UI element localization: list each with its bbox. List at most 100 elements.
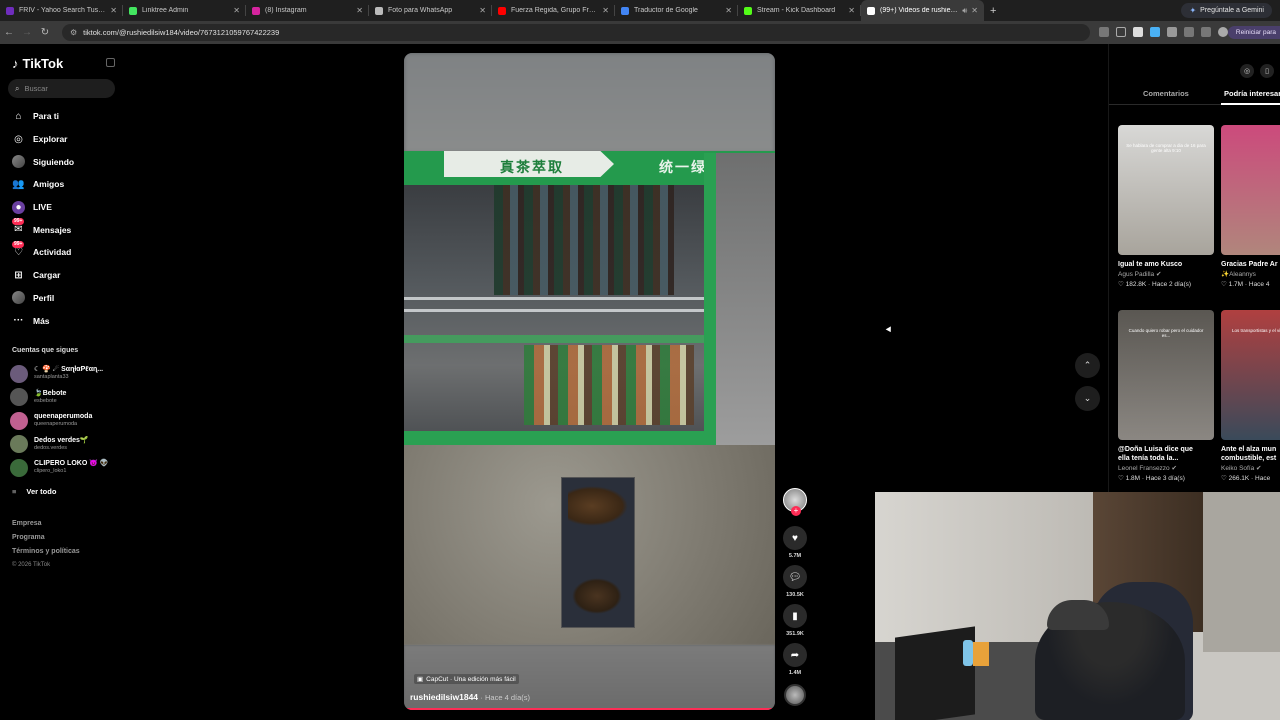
close-icon[interactable]: ✕ bbox=[602, 6, 609, 15]
close-icon[interactable]: ✕ bbox=[848, 6, 855, 15]
card-author[interactable]: Keiko Sofía ✔ bbox=[1221, 464, 1280, 472]
phone-icon[interactable]: ▯ bbox=[1260, 64, 1274, 78]
close-icon[interactable]: ✕ bbox=[479, 6, 486, 15]
tiktok-sidebar: ♪ TikTok ⌕ Buscar ⌂ Para ti ◎ Explorar Sigui… bbox=[0, 44, 122, 720]
close-icon[interactable]: ✕ bbox=[233, 6, 240, 15]
browser-tabbar: FRIV - Yahoo Search Tus resultad✕Linktre… bbox=[0, 0, 1280, 21]
comment-icon[interactable]: 💬︎ bbox=[783, 565, 807, 589]
collapse-sidebar-icon[interactable] bbox=[106, 58, 115, 67]
translate-icon[interactable] bbox=[1099, 27, 1109, 37]
follow-plus-icon[interactable]: + bbox=[791, 506, 801, 516]
see-all-link[interactable]: ≡ Ver todo bbox=[12, 487, 56, 496]
next-video-button[interactable]: ⌄ bbox=[1075, 386, 1100, 411]
footer-link-terms[interactable]: Términos y políticas bbox=[12, 548, 80, 562]
browser-tab[interactable]: (8) Instagram ✕ bbox=[246, 0, 369, 21]
creator-avatar[interactable]: + bbox=[783, 488, 807, 516]
webcam-wall-right bbox=[1203, 492, 1280, 652]
sidebar-item-avatar[interactable]: Siguiendo bbox=[12, 150, 74, 173]
footer-link-empresa[interactable]: Empresa bbox=[12, 520, 80, 534]
sidebar-item-label: LIVE bbox=[33, 202, 52, 213]
browser-tab[interactable]: Fuerza Regida, Grupo Frontera ✕ bbox=[492, 0, 615, 21]
browser-tab[interactable]: Stream - Kick Dashboard ✕ bbox=[738, 0, 861, 21]
sidebar-item-compass[interactable]: ◎ Explorar bbox=[12, 128, 74, 151]
suggested-video-card[interactable]: Gracias Padre Ar ✨Aleannys ♡ 1.7M · Hace 4 bbox=[1221, 125, 1280, 288]
following-item[interactable]: 🍃Bebote esbebote bbox=[10, 386, 109, 410]
card-author[interactable]: Leonel Fransezzo ✔ bbox=[1118, 464, 1215, 472]
tiktok-logo[interactable]: ♪ TikTok bbox=[12, 56, 63, 71]
sidebar-item-upload[interactable]: ⊞ Cargar bbox=[12, 264, 74, 287]
card-author[interactable]: ✨Aleannys bbox=[1221, 270, 1280, 278]
site-info-icon[interactable]: ⚙ bbox=[70, 28, 77, 37]
tab-label: Stream - Kick Dashboard bbox=[757, 7, 836, 14]
forward-icon[interactable]: → bbox=[18, 27, 36, 38]
card-title: @Doña Luisa dice que ella tenía toda la..… bbox=[1118, 446, 1193, 462]
tab-audio-icon[interactable]: 🔊︎ bbox=[962, 6, 967, 16]
tab-suggestions[interactable]: Podría interesarte bbox=[1224, 89, 1280, 98]
browser-tab[interactable]: Foto para WhatsApp ✕ bbox=[369, 0, 492, 21]
sidebar-item-messages[interactable]: ✉ 99+ Mensajes bbox=[12, 218, 74, 241]
close-icon[interactable]: ✕ bbox=[971, 6, 978, 15]
following-item[interactable]: queenaperumoda queenaperumoda bbox=[10, 409, 109, 433]
comment-action[interactable]: 💬︎ 130.5K bbox=[782, 565, 808, 598]
suggested-video-card[interactable]: Se hablara de comprar a dia de 16 para g… bbox=[1118, 125, 1215, 288]
share-icon[interactable]: ➦ bbox=[783, 643, 807, 667]
sidebar-item-activity[interactable]: ♡ 99+ Actividad bbox=[12, 240, 74, 264]
browser-tab[interactable]: Linktree Admin ✕ bbox=[123, 0, 246, 21]
video-author[interactable]: rushiedilsiw1844 bbox=[410, 692, 478, 702]
extension-icon[interactable] bbox=[1150, 27, 1160, 37]
prev-video-button[interactable]: ⌃ bbox=[1075, 353, 1100, 378]
sidebar-item-friends[interactable]: 👥 Amigos bbox=[12, 173, 74, 196]
sidebar-item-more[interactable]: ··· Más bbox=[12, 309, 74, 332]
mouse-cursor-icon bbox=[885, 326, 894, 334]
browser-tab[interactable]: Traductor de Google ✕ bbox=[615, 0, 738, 21]
following-item[interactable]: ☾ 🍄 ☄ SαɳƚαPℓαɳ... santaplanta33 bbox=[10, 362, 109, 386]
footer-link-programa[interactable]: Programa bbox=[12, 534, 80, 548]
back-icon[interactable]: ← bbox=[0, 27, 18, 38]
search-input[interactable]: ⌕ Buscar bbox=[8, 79, 115, 98]
puzzle-icon[interactable] bbox=[1184, 27, 1194, 37]
reload-icon[interactable]: ↻ bbox=[36, 27, 54, 38]
video-thumbnail[interactable]: Los transportistas y el vicepresidente bbox=[1221, 310, 1280, 440]
bookmark-star-icon[interactable] bbox=[1116, 27, 1126, 37]
card-title: Gracias Padre Ar bbox=[1221, 261, 1278, 268]
suggested-video-card[interactable]: Cuando quiero robar pero el cuidador es.… bbox=[1118, 310, 1215, 482]
url-field[interactable]: ⚙ tiktok.com/@rushiedilsiw184/video/7673… bbox=[62, 24, 1090, 41]
capcut-tag[interactable]: ▣ CapCut · Una edición más fácil bbox=[414, 674, 519, 684]
card-author[interactable]: Agus Padilla ✔ bbox=[1118, 270, 1215, 278]
sidebar-item-live[interactable]: ● LIVE bbox=[12, 196, 74, 219]
following-item[interactable]: Dedos verdes🌱 dedos.verdes bbox=[10, 433, 109, 457]
tab-comments[interactable]: Comentarios bbox=[1143, 89, 1189, 98]
video-player[interactable]: 真茶萃取 统一绿茶 ▣ CapCut · Una edición más fác… bbox=[404, 53, 775, 710]
video-progress-bar[interactable] bbox=[404, 708, 775, 710]
sidepanel-icon[interactable] bbox=[1201, 27, 1211, 37]
video-thumbnail[interactable] bbox=[1221, 125, 1280, 255]
thumbnail-caption: Cuando quiero robar pero el cuidador es.… bbox=[1128, 328, 1204, 338]
sidebar-item-label: Mensajes bbox=[33, 224, 72, 235]
gemini-button[interactable]: ✦ Pregúntale a Gemini bbox=[1181, 3, 1272, 18]
close-icon[interactable]: ✕ bbox=[110, 6, 117, 15]
fridge-interior bbox=[404, 185, 712, 443]
compass-icon[interactable]: ◎ bbox=[1240, 64, 1254, 78]
browser-tab[interactable]: (99+) Videos de rushiedilsiw 🔊︎ ✕ bbox=[861, 0, 984, 21]
extension-icon[interactable] bbox=[1133, 27, 1143, 37]
avatar-icon bbox=[12, 155, 25, 169]
video-thumbnail[interactable]: Se hablara de comprar a dia de 16 para g… bbox=[1118, 125, 1214, 255]
browser-tab[interactable]: FRIV - Yahoo Search Tus resultad✕ bbox=[0, 0, 123, 21]
heart-icon[interactable]: ♥ bbox=[783, 526, 807, 550]
save-action[interactable]: ▮ 351.9K bbox=[782, 604, 808, 637]
suggested-video-card[interactable]: Los transportistas y el vicepresidente An… bbox=[1221, 310, 1280, 482]
close-icon[interactable]: ✕ bbox=[356, 6, 363, 15]
close-icon[interactable]: ✕ bbox=[725, 6, 732, 15]
following-item[interactable]: CLIPERO LOKO 👿 👽 clipero_loko1 bbox=[10, 456, 109, 480]
sidebar-item-home[interactable]: ⌂ Para ti bbox=[12, 105, 74, 128]
share-action[interactable]: ➦ 1.4M bbox=[782, 643, 808, 676]
sidebar-item-profile[interactable]: Perfil bbox=[12, 287, 74, 310]
music-disc-icon[interactable] bbox=[784, 684, 806, 706]
extension-icon[interactable] bbox=[1167, 27, 1177, 37]
like-action[interactable]: ♥ 5.7M bbox=[782, 526, 808, 559]
profile-avatar-icon[interactable] bbox=[1218, 27, 1228, 37]
video-thumbnail[interactable]: Cuando quiero robar pero el cuidador es.… bbox=[1118, 310, 1214, 440]
new-tab-button[interactable]: + bbox=[990, 5, 996, 17]
bookmark-icon[interactable]: ▮ bbox=[783, 604, 807, 628]
restart-button[interactable]: Reiniciar para bbox=[1227, 26, 1280, 39]
